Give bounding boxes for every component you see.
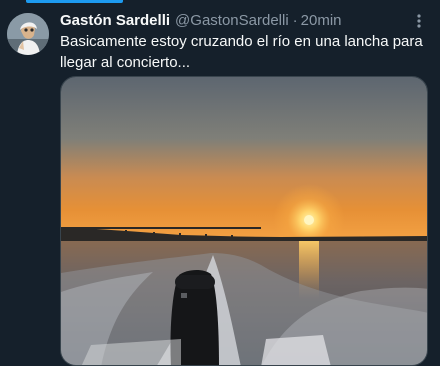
more-options-button[interactable] xyxy=(410,10,428,32)
timestamp[interactable]: 20min xyxy=(301,11,342,31)
display-name[interactable]: Gastón Sardelli xyxy=(60,11,170,31)
tweet-header: Gastón Sardelli @GastonSardelli · 20min xyxy=(60,11,410,31)
avatar-photo xyxy=(7,13,49,55)
tweet-card[interactable]: Gastón Sardelli @GastonSardelli · 20min … xyxy=(0,0,440,366)
more-vertical-icon xyxy=(417,14,421,28)
tweet-text: Basicamente estoy cruzando el río en una… xyxy=(60,33,423,71)
separator-dot: · xyxy=(292,12,298,29)
user-handle[interactable]: @GastonSardelli xyxy=(175,11,289,31)
sunset-river-photo xyxy=(61,77,427,365)
tweet-photo[interactable] xyxy=(60,76,428,366)
avatar[interactable] xyxy=(7,13,49,55)
